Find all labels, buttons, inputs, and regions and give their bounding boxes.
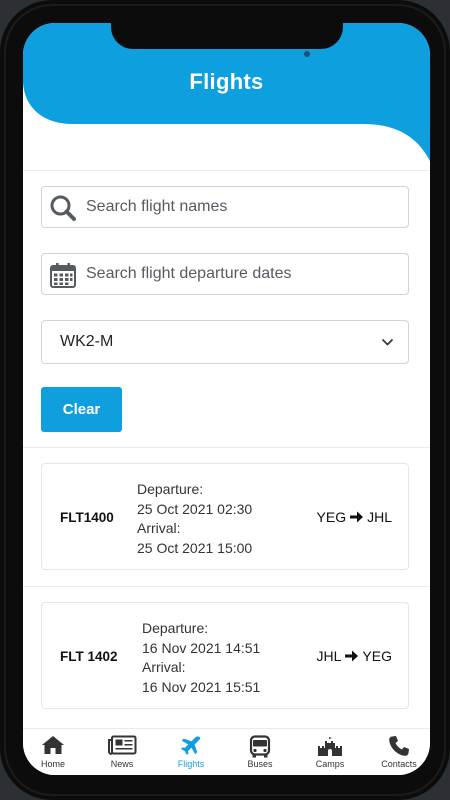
flight-route: YEG JHL: [317, 509, 392, 525]
departure-time: 16 Nov 2021 14:51: [142, 639, 261, 656]
group-select[interactable]: WK2-M: [41, 320, 409, 364]
chevron-down-icon: [381, 338, 394, 346]
nav-item-buses[interactable]: Buses: [230, 729, 290, 775]
castle-icon: [318, 737, 342, 756]
arrival-label: Arrival:: [142, 659, 186, 675]
flight-name-search-input[interactable]: [86, 187, 396, 227]
home-icon: [42, 736, 64, 754]
departure-date-search-field[interactable]: [41, 253, 409, 295]
newspaper-icon: [108, 735, 137, 755]
nav-item-flights[interactable]: Flights: [161, 729, 221, 775]
arrow-right-icon: [350, 511, 364, 523]
bus-icon: [249, 735, 271, 758]
departure-date-search-input[interactable]: [86, 254, 396, 294]
arrival-time: 25 Oct 2021 15:00: [137, 539, 253, 556]
nav-item-camps[interactable]: Camps: [300, 729, 360, 775]
app-screen: Flights Search flight names Search fligh…: [23, 23, 430, 775]
group-select-value: WK2-M: [60, 333, 114, 350]
nav-item-news[interactable]: News: [92, 729, 152, 775]
departure-time: 25 Oct 2021 02:30: [137, 500, 253, 517]
calendar-icon: [50, 263, 76, 288]
list-divider: [23, 447, 430, 448]
flight-name-search-field[interactable]: [41, 186, 409, 228]
phone-frame: Flights Search flight names Search fligh…: [0, 0, 450, 800]
plane-icon: [180, 736, 201, 755]
flight-card[interactable]: FLT1400 Departure: 25 Oct 2021 02:30 Arr…: [41, 463, 409, 570]
nav-item-contacts[interactable]: Contacts: [369, 729, 429, 775]
nav-label: Buses: [247, 759, 273, 769]
nav-label: Camps: [315, 759, 345, 769]
flight-code: FLT1400: [60, 510, 114, 525]
page-title: Flights: [189, 69, 264, 94]
bottom-nav: Home News Flights Buses Camps Contacts: [23, 728, 430, 775]
clear-button[interactable]: Clear: [41, 387, 122, 432]
flight-card[interactable]: FLT 1402 Departure: 16 Nov 2021 14:51 Ar…: [41, 602, 409, 709]
header-divider: [23, 170, 430, 171]
flight-code: FLT 1402: [60, 649, 118, 664]
card-divider: [23, 586, 430, 587]
search-icon: [50, 195, 76, 221]
arrival-time: 16 Nov 2021 15:51: [142, 678, 261, 695]
phone-icon: [389, 736, 409, 756]
arrow-right-icon: [345, 650, 359, 662]
nav-label: Contacts: [381, 759, 417, 769]
departure-label: Departure:: [137, 481, 204, 497]
departure-label: Departure:: [142, 620, 209, 636]
flight-route: JHL YEG: [317, 648, 392, 664]
camera-dot: [304, 51, 310, 57]
nav-label: Home: [40, 759, 65, 769]
route-destination: YEG: [362, 648, 392, 664]
nav-item-home[interactable]: Home: [23, 729, 83, 775]
arrival-label: Arrival:: [137, 520, 181, 536]
flight-times: Departure: 16 Nov 2021 14:51 Arrival: 16…: [142, 619, 260, 697]
nav-label: Flights: [177, 759, 205, 769]
route-destination: JHL: [367, 509, 392, 525]
phone-notch: [111, 23, 343, 49]
route-origin: JHL: [316, 648, 342, 664]
nav-label: News: [110, 759, 134, 769]
flight-times: Departure: 25 Oct 2021 02:30 Arrival: 25…: [137, 480, 252, 558]
route-origin: YEG: [316, 509, 347, 525]
